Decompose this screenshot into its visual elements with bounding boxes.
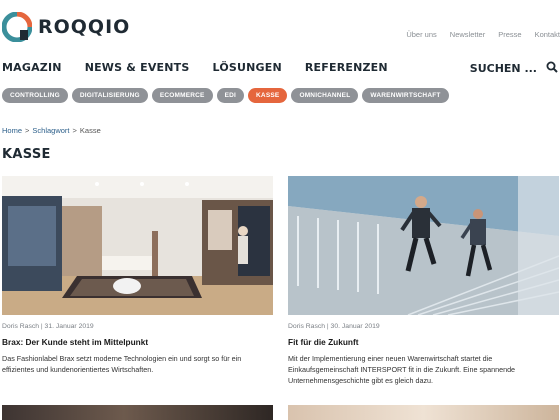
logo-q-icon (1, 11, 33, 43)
article-image-partial[interactable] (2, 405, 273, 420)
tag-edi[interactable]: EDI (216, 88, 245, 103)
tag-ecommerce[interactable]: ECOMMERCE (151, 88, 213, 103)
breadcrumb-schlagwort[interactable]: Schlagwort (32, 126, 69, 135)
search-button[interactable]: SUCHEN ... (470, 61, 558, 76)
tag-digitalisierung[interactable]: DIGITALISIERUNG (71, 88, 148, 103)
article-meta: Doris Rasch | 30. Januar 2019 (288, 323, 380, 330)
util-link-contact[interactable]: Kontakt (535, 30, 560, 39)
util-link-about[interactable]: Über uns (406, 30, 436, 39)
article-image-store[interactable] (2, 176, 273, 315)
tag-list: CONTROLLING DIGITALISIERUNG ECOMMERCE ED… (2, 88, 449, 103)
article-title[interactable]: Brax: Der Kunde steht im Mittelpunkt (2, 337, 273, 347)
util-link-newsletter[interactable]: Newsletter (450, 30, 485, 39)
tag-warenwirtschaft[interactable]: WARENWIRTSCHAFT (362, 88, 449, 103)
page-title: KASSE (2, 147, 51, 162)
search-label: SUCHEN ... (469, 62, 537, 75)
breadcrumb-current: Kasse (79, 126, 101, 135)
breadcrumb: Home > Schlagwort > Kasse (2, 126, 101, 135)
nav-item-news-events[interactable]: NEWS & EVENTS (85, 61, 190, 74)
article-image-runners[interactable] (288, 176, 559, 315)
article-excerpt: Das Fashionlabel Brax setzt moderne Tech… (2, 354, 242, 375)
search-icon (546, 61, 558, 76)
article-card: Doris Rasch | 31. Januar 2019 Brax: Der … (2, 176, 273, 375)
article-card: Doris Rasch | 30. Januar 2019 Fit für di… (288, 176, 559, 386)
article-title[interactable]: Fit für die Zukunft (288, 337, 559, 347)
article-image-partial[interactable] (288, 405, 559, 420)
roqqio-logo[interactable]: ROQQIO (1, 11, 131, 43)
nav-item-referenzen[interactable]: REFERENZEN (305, 61, 388, 74)
article-meta: Doris Rasch | 31. Januar 2019 (2, 323, 94, 330)
breadcrumb-separator: > (72, 126, 77, 135)
tag-controlling[interactable]: CONTROLLING (2, 88, 68, 103)
nav-item-loesungen[interactable]: LÖSUNGEN (213, 61, 282, 74)
article-excerpt: Mit der Implementierung einer neuen Ware… (288, 354, 516, 386)
logo-text: ROQQIO (38, 16, 131, 38)
main-nav: MAGAZIN NEWS & EVENTS LÖSUNGEN REFERENZE… (2, 61, 388, 74)
tag-kasse[interactable]: KASSE (248, 88, 288, 103)
breadcrumb-separator: > (25, 126, 30, 135)
breadcrumb-home[interactable]: Home (2, 126, 22, 135)
tag-omnichannel[interactable]: OMNICHANNEL (291, 88, 359, 103)
utility-nav: Über uns Newsletter Presse Kontakt (406, 30, 560, 39)
util-link-press[interactable]: Presse (498, 30, 521, 39)
nav-item-magazin[interactable]: MAGAZIN (2, 61, 62, 74)
